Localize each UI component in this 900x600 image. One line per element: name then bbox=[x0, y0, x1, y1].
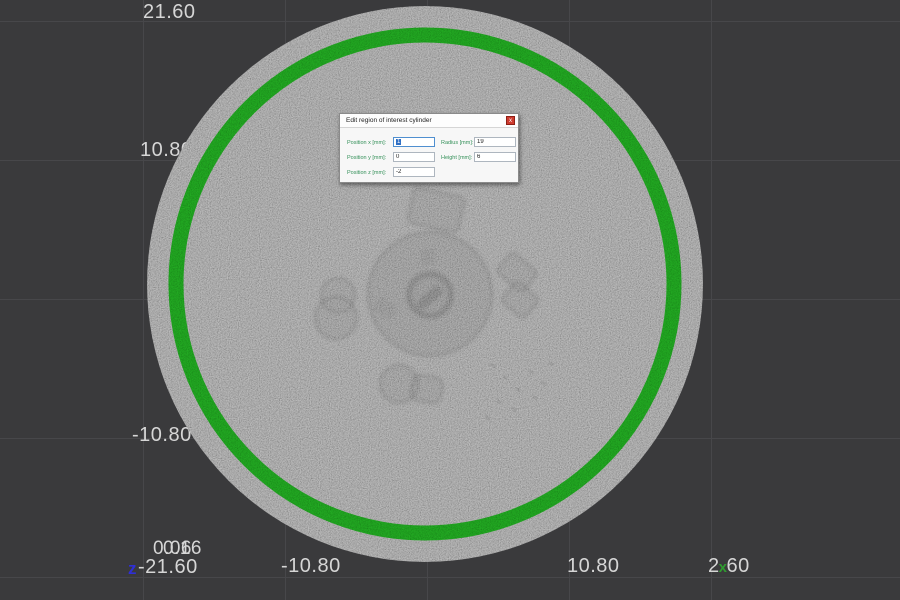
close-icon[interactable]: x bbox=[506, 116, 515, 125]
tick-digit: 2 bbox=[708, 555, 720, 577]
edit-roi-cylinder-dialog: Edit region of interest cylinder x Posit… bbox=[339, 113, 519, 183]
selected-text: 1 bbox=[396, 139, 401, 145]
radius-input[interactable] bbox=[474, 137, 516, 147]
height-input[interactable] bbox=[474, 152, 516, 162]
grid-line bbox=[143, 0, 144, 600]
position-z-input[interactable] bbox=[393, 167, 435, 177]
application-viewport: 21.60 10.80 -10.80 0.06 0.16 -21.60 -10.… bbox=[0, 0, 900, 600]
dialog-titlebar[interactable]: Edit region of interest cylinder x bbox=[340, 114, 518, 128]
dialog-title: Edit region of interest cylinder bbox=[346, 117, 432, 124]
position-y-input[interactable] bbox=[393, 152, 435, 162]
roi-circle-noise bbox=[145, 4, 705, 564]
position-y-label: Position y [mm]: bbox=[347, 155, 386, 161]
height-label: Height [mm]: bbox=[441, 155, 472, 161]
position-z-label: Position z [mm]: bbox=[347, 170, 386, 176]
radius-label: Radius [mm]: bbox=[441, 140, 473, 146]
tick-digits: 60 bbox=[726, 555, 749, 577]
position-x-input[interactable]: 1 bbox=[393, 137, 435, 147]
grid-line bbox=[711, 0, 712, 600]
x-axis-tick-with-marker: 2x60 bbox=[708, 555, 750, 578]
position-x-label: Position x [mm]: bbox=[347, 140, 386, 146]
ct-slice-viewport[interactable] bbox=[145, 4, 705, 564]
z-axis-marker-icon: z bbox=[128, 559, 137, 579]
